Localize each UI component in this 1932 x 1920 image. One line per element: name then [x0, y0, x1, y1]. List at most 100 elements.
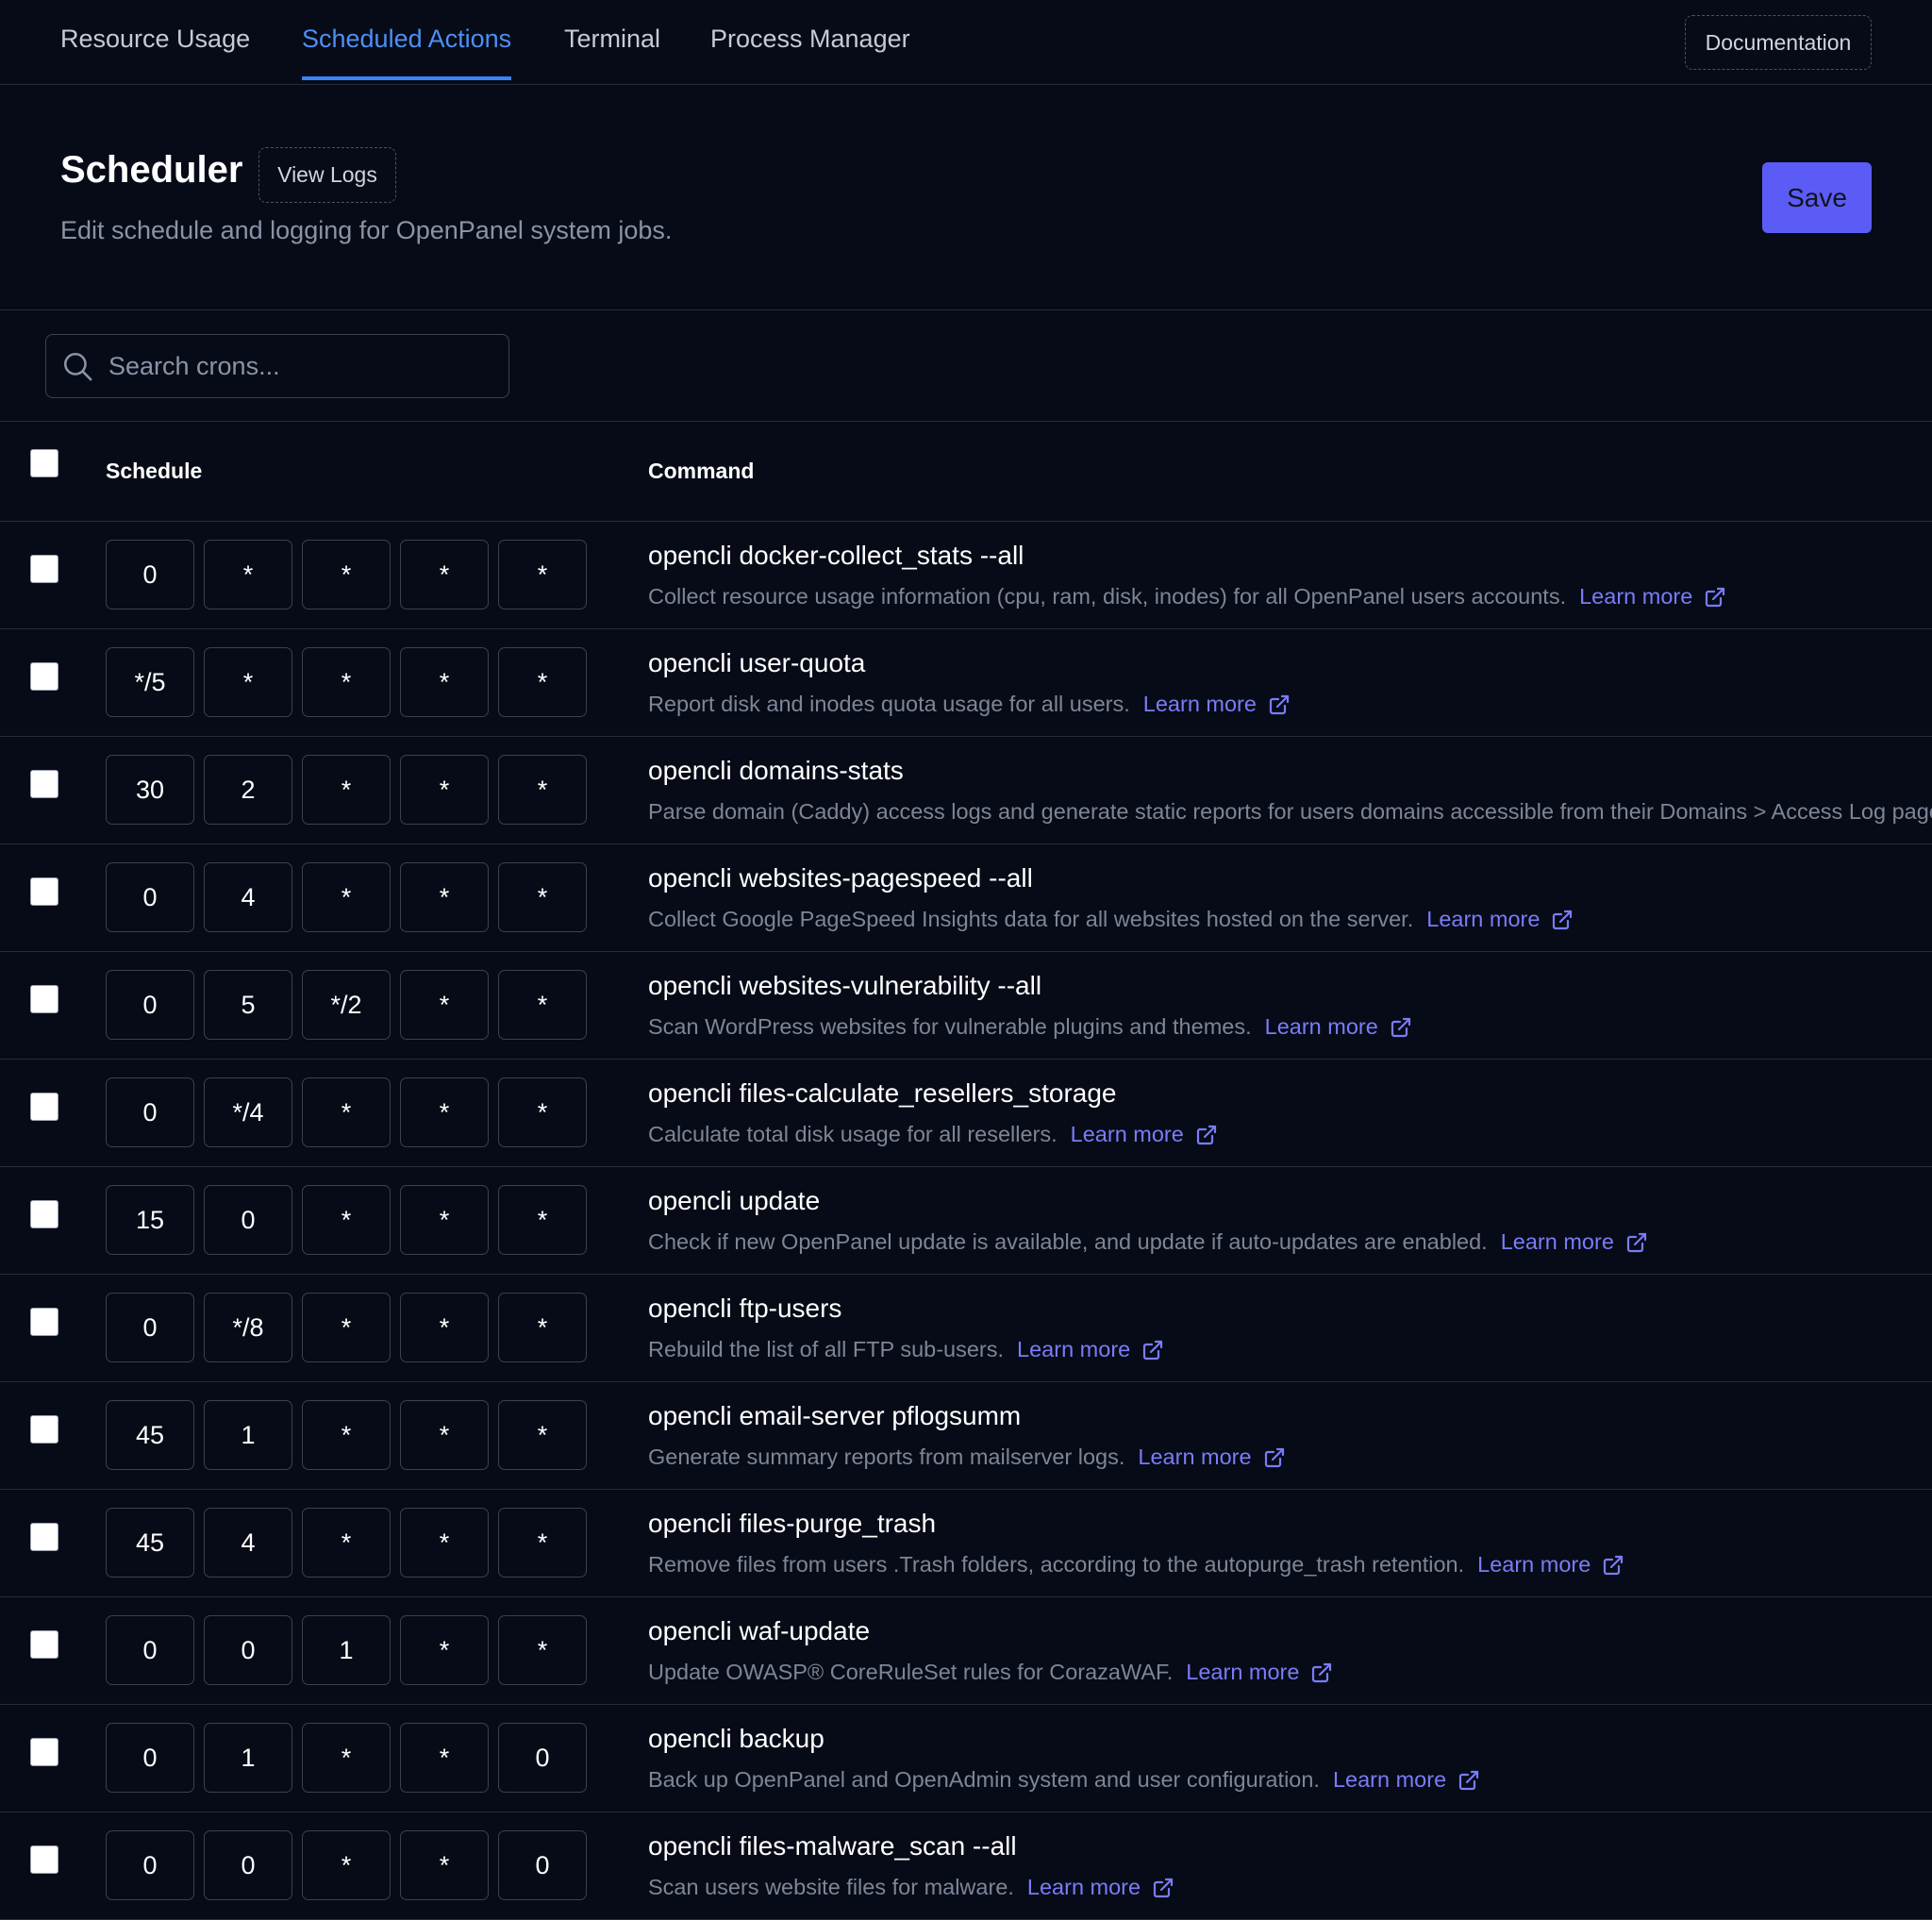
schedule-field[interactable]	[498, 1293, 587, 1362]
schedule-field[interactable]	[106, 970, 194, 1040]
schedule-field[interactable]	[302, 1400, 391, 1470]
schedule-field[interactable]	[106, 1830, 194, 1900]
schedule-field[interactable]	[400, 1508, 489, 1578]
row-checkbox[interactable]	[30, 985, 58, 1013]
schedule-field[interactable]	[498, 540, 587, 609]
schedule-field[interactable]	[204, 1615, 292, 1685]
page-title: Scheduler	[60, 149, 243, 191]
schedule-field[interactable]	[106, 862, 194, 932]
schedule-field[interactable]	[204, 970, 292, 1040]
schedule-field[interactable]	[302, 1830, 391, 1900]
schedule-field[interactable]	[302, 970, 391, 1040]
schedule-field[interactable]	[106, 1615, 194, 1685]
schedule-field[interactable]	[204, 862, 292, 932]
schedule-field[interactable]	[400, 1293, 489, 1362]
schedule-field[interactable]	[106, 647, 194, 717]
learn-more-link[interactable]: Learn more	[1138, 1444, 1285, 1470]
learn-more-link[interactable]: Learn more	[1017, 1337, 1164, 1362]
learn-more-link[interactable]: Learn more	[1143, 692, 1291, 717]
schedule-field[interactable]	[302, 755, 391, 825]
schedule-field[interactable]	[400, 1185, 489, 1255]
row-checkbox[interactable]	[30, 662, 58, 691]
schedule-field[interactable]	[302, 1615, 391, 1685]
schedule-field[interactable]	[204, 1400, 292, 1470]
schedule-field[interactable]	[204, 1508, 292, 1578]
search-input[interactable]	[107, 335, 497, 398]
schedule-field[interactable]	[400, 1400, 489, 1470]
schedule-field[interactable]	[204, 1293, 292, 1362]
row-checkbox[interactable]	[30, 1308, 58, 1336]
learn-more-link[interactable]: Learn more	[1333, 1767, 1480, 1793]
schedule-field[interactable]	[302, 862, 391, 932]
select-all-checkbox[interactable]	[30, 449, 58, 477]
schedule-field[interactable]	[302, 1508, 391, 1578]
schedule-field[interactable]	[400, 540, 489, 609]
row-checkbox[interactable]	[30, 1738, 58, 1766]
tab-process-manager[interactable]: Process Manager	[710, 25, 910, 80]
schedule-field[interactable]	[498, 755, 587, 825]
learn-more-link[interactable]: Learn more	[1501, 1229, 1648, 1255]
learn-more-link[interactable]: Learn more	[1426, 907, 1574, 932]
schedule-field[interactable]	[400, 1077, 489, 1147]
schedule-field[interactable]	[400, 970, 489, 1040]
schedule-field[interactable]	[400, 755, 489, 825]
tab-resource-usage[interactable]: Resource Usage	[60, 25, 250, 80]
save-button[interactable]: Save	[1762, 162, 1872, 233]
learn-more-link[interactable]: Learn more	[1071, 1122, 1218, 1147]
schedule-field[interactable]	[204, 540, 292, 609]
schedule-field[interactable]	[498, 1400, 587, 1470]
schedule-field[interactable]	[498, 1077, 587, 1147]
schedule-field[interactable]	[498, 647, 587, 717]
schedule-field[interactable]	[106, 755, 194, 825]
learn-more-link[interactable]: Learn more	[1579, 584, 1726, 609]
tab-terminal[interactable]: Terminal	[564, 25, 660, 80]
schedule-field[interactable]	[204, 1077, 292, 1147]
schedule-field[interactable]	[400, 862, 489, 932]
schedule-field[interactable]	[400, 1723, 489, 1793]
schedule-field[interactable]	[302, 1185, 391, 1255]
schedule-field[interactable]	[204, 1830, 292, 1900]
schedule-field[interactable]	[302, 1077, 391, 1147]
view-logs-button[interactable]: View Logs	[258, 147, 396, 203]
schedule-field[interactable]	[106, 1077, 194, 1147]
schedule-field[interactable]	[302, 1293, 391, 1362]
schedule-field[interactable]	[106, 1400, 194, 1470]
learn-more-link[interactable]: Learn more	[1265, 1014, 1412, 1040]
schedule-field[interactable]	[204, 755, 292, 825]
schedule-field[interactable]	[400, 1830, 489, 1900]
documentation-button[interactable]: Documentation	[1685, 15, 1872, 70]
schedule-field[interactable]	[498, 1508, 587, 1578]
tab-scheduled-actions[interactable]: Scheduled Actions	[302, 25, 512, 80]
learn-more-link[interactable]: Learn more	[1027, 1875, 1174, 1900]
row-checkbox[interactable]	[30, 877, 58, 906]
schedule-field[interactable]	[204, 647, 292, 717]
schedule-field[interactable]	[498, 1723, 587, 1793]
row-checkbox[interactable]	[30, 1200, 58, 1228]
learn-more-link[interactable]: Learn more	[1186, 1660, 1333, 1685]
schedule-field[interactable]	[498, 1185, 587, 1255]
schedule-field[interactable]	[498, 970, 587, 1040]
row-checkbox[interactable]	[30, 1093, 58, 1121]
schedule-field[interactable]	[106, 540, 194, 609]
schedule-field[interactable]	[106, 1293, 194, 1362]
row-checkbox[interactable]	[30, 1630, 58, 1659]
schedule-field[interactable]	[302, 1723, 391, 1793]
row-checkbox[interactable]	[30, 1523, 58, 1551]
schedule-field[interactable]	[302, 540, 391, 609]
schedule-field[interactable]	[498, 862, 587, 932]
row-checkbox[interactable]	[30, 555, 58, 583]
schedule-field[interactable]	[106, 1508, 194, 1578]
schedule-field[interactable]	[400, 647, 489, 717]
schedule-field[interactable]	[204, 1185, 292, 1255]
schedule-field[interactable]	[498, 1615, 587, 1685]
schedule-field[interactable]	[106, 1723, 194, 1793]
schedule-field[interactable]	[106, 1185, 194, 1255]
row-checkbox[interactable]	[30, 1415, 58, 1444]
learn-more-link[interactable]: Learn more	[1477, 1552, 1624, 1578]
schedule-field[interactable]	[400, 1615, 489, 1685]
schedule-field[interactable]	[302, 647, 391, 717]
row-checkbox[interactable]	[30, 1845, 58, 1874]
schedule-field[interactable]	[498, 1830, 587, 1900]
schedule-field[interactable]	[204, 1723, 292, 1793]
row-checkbox[interactable]	[30, 770, 58, 798]
